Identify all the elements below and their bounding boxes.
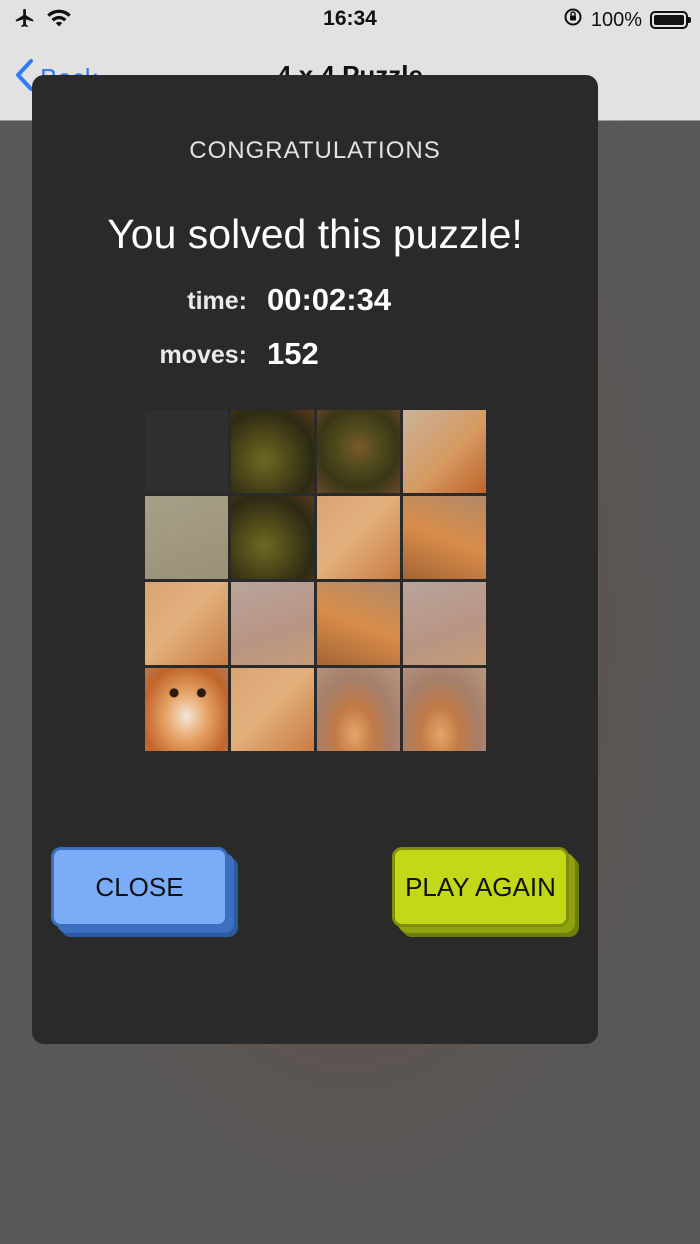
puzzle-tile [317,582,400,665]
puzzle-tile [145,668,228,751]
puzzle-tile [231,410,314,493]
status-bar: 16:34 100% [0,0,700,40]
moves-value: 152 [267,336,319,371]
puzzle-tile [231,582,314,665]
dialog-title: You solved this puzzle! [107,211,523,257]
play-again-button[interactable]: PLAY AGAIN [392,847,569,927]
puzzle-tile [403,668,486,751]
puzzle-tile [317,410,400,493]
rotation-lock-icon [563,7,583,33]
moves-label: moves: [159,341,247,369]
dialog-heading: CONGRATULATIONS [189,137,441,164]
close-button[interactable]: CLOSE [51,847,228,927]
puzzle-tile [317,496,400,579]
time-value: 00:02:34 [267,282,392,317]
puzzle-tile [145,582,228,665]
puzzle-tile [403,410,486,493]
puzzle-tile [317,668,400,751]
puzzle-tile [403,496,486,579]
puzzle-tile [231,668,314,751]
battery-percent: 100% [590,8,642,31]
solved-puzzle-grid [145,410,487,752]
puzzle-tile [145,496,228,579]
puzzle-tile [231,496,314,579]
time-label: time: [187,287,247,315]
puzzle-tile [403,582,486,665]
congratulations-dialog: CONGRATULATIONS You solved this puzzle! … [32,75,598,1044]
puzzle-tile-empty [145,410,228,493]
battery-icon [650,11,691,29]
